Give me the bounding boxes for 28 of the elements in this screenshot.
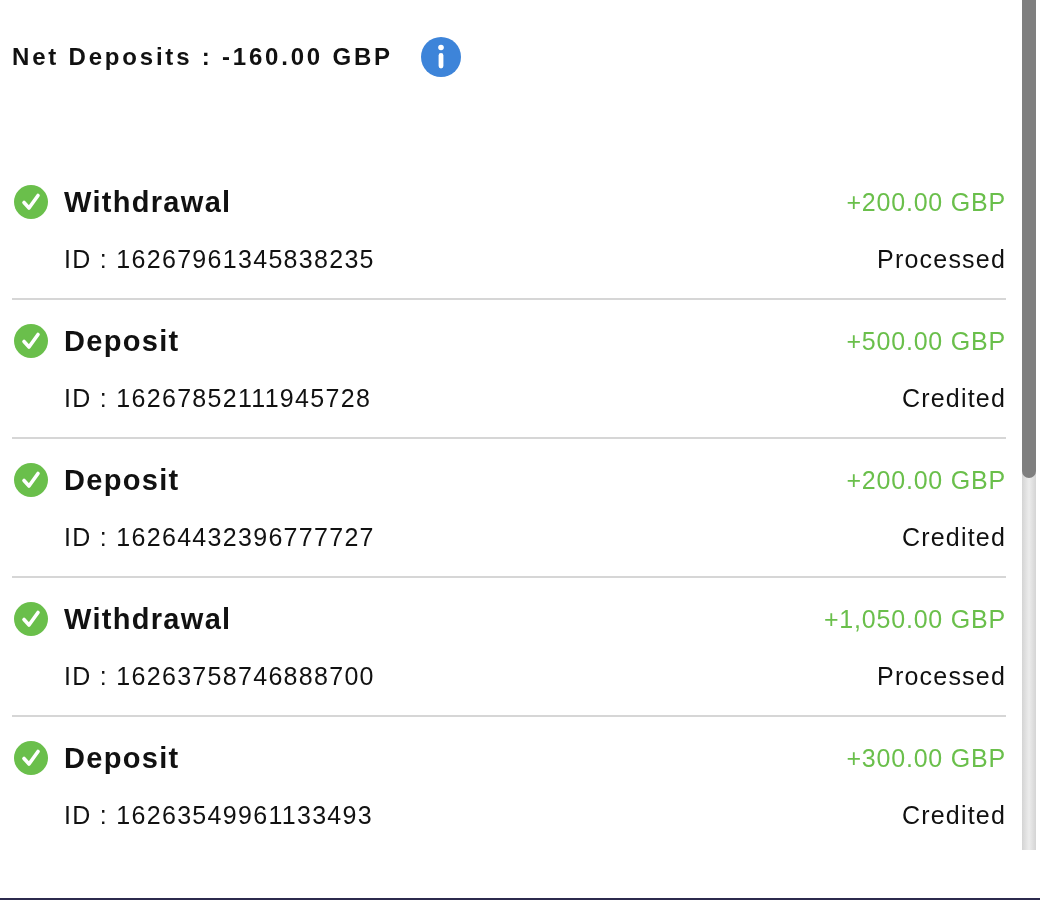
transaction-amount: +300.00 GBP [846,743,1006,774]
transaction-id: ID : 16263758746888700 [64,661,375,691]
check-icon [14,741,48,775]
transaction-amount: +200.00 GBP [846,187,1006,218]
transaction-type: Deposit [64,324,180,359]
transaction-status: Processed [877,661,1006,691]
transaction-type: Deposit [64,741,180,776]
net-deposits-label: Net Deposits : -160.00 GBP [12,42,393,72]
transaction-id: ID : 16263549961133493 [64,800,373,830]
info-icon[interactable] [420,37,461,77]
check-icon [14,185,48,219]
transaction-type: Deposit [64,463,180,498]
transaction-type: Withdrawal [64,185,232,220]
transaction-type: Withdrawal [64,602,232,637]
transaction-amount: +500.00 GBP [846,326,1006,357]
transaction-status: Credited [901,383,1006,413]
transaction-status: Credited [901,522,1006,552]
scrollbar-thumb[interactable] [1022,0,1036,478]
transaction-id: ID : 16264432396777727 [64,522,375,552]
transaction-status: Processed [877,244,1006,274]
transaction-amount: +200.00 GBP [846,465,1006,496]
check-icon [14,602,48,636]
transaction-id: ID : 16267852111945728 [64,383,372,413]
transaction-amount: +1,050.00 GBP [823,604,1006,635]
check-icon [14,463,48,497]
check-icon [14,324,48,358]
transaction-id: ID : 16267961345838235 [64,244,375,274]
transaction-status: Credited [901,800,1006,830]
